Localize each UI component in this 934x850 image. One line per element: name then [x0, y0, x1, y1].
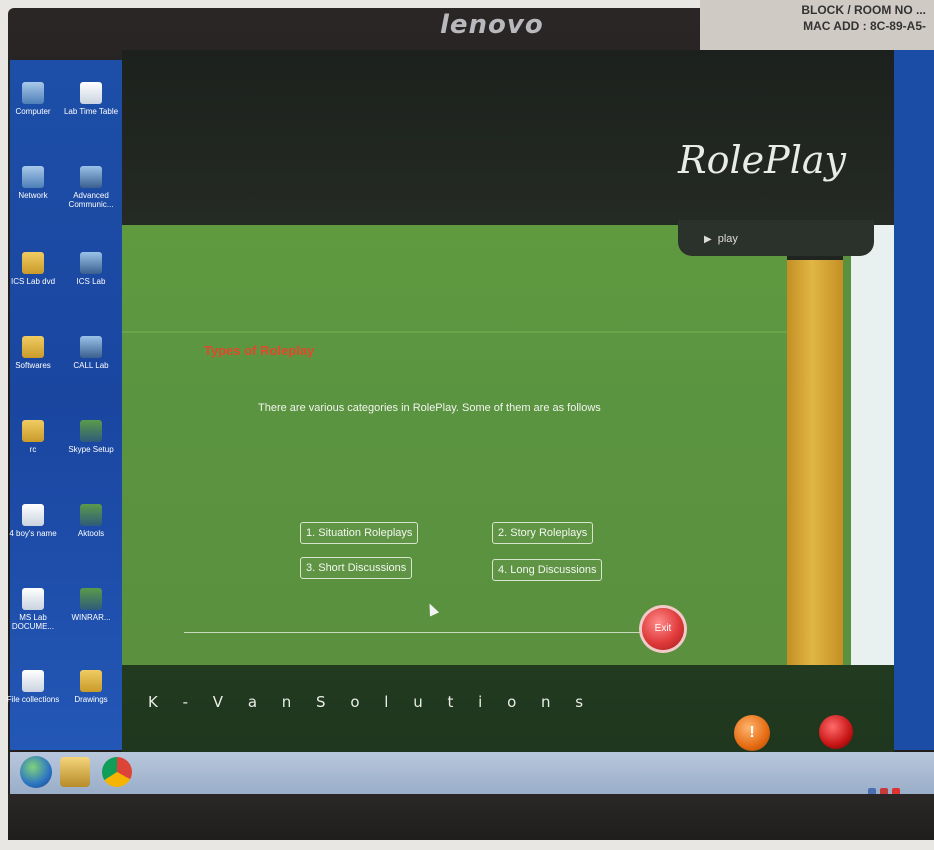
desktop-icon-ics-lab[interactable]: ICS Lab [62, 252, 120, 286]
desktop-icon-ms-lab-docume[interactable]: MS Lab DOCUME... [4, 588, 62, 631]
side-panel [851, 225, 894, 680]
desktop-icon-label: CALL Lab [73, 361, 109, 370]
desktop-icon-label: 4 boy's name [9, 529, 57, 538]
play-icon: ▶ [704, 234, 712, 245]
network-icon [22, 166, 44, 188]
section-title: Types of Roleplay [204, 343, 315, 358]
start-orb-icon[interactable] [20, 756, 52, 788]
desktop-background-right [894, 50, 934, 750]
desktop-icon-advanced-communic[interactable]: Advanced Communic... [62, 166, 120, 209]
category-situation-roleplays-button[interactable]: 1. Situation Roleplays [300, 522, 419, 544]
desktop-icon-label: File collections [6, 695, 60, 704]
document-icon [22, 670, 44, 692]
desktop-icon-label: Advanced Communic... [68, 191, 114, 209]
category-short-discussions-button[interactable]: 3. Short Discussions [300, 557, 413, 579]
shutdown-icon[interactable] [819, 715, 853, 749]
intro-text: There are various categories in RolePlay… [258, 402, 601, 414]
play-label: play [717, 233, 738, 245]
desktop-icon-aktools[interactable]: Aktools [62, 504, 120, 538]
exit-button[interactable]: Exit [642, 608, 684, 650]
desktop-icon-label: Drawings [74, 695, 108, 704]
document-icon [22, 504, 44, 526]
desktop-icon-lab-time-table[interactable]: Lab Time Table [62, 82, 120, 116]
desktop-icon-softwares[interactable]: Softwares [4, 336, 62, 370]
shortcut-icon [80, 252, 102, 274]
mouse-cursor-icon [424, 601, 440, 617]
shortcut-icon [80, 336, 102, 358]
desktop-icon-skype-setup[interactable]: Skype Setup [62, 420, 120, 454]
play-button[interactable]: ▶ play [678, 220, 874, 256]
document-icon [22, 588, 44, 610]
desktop-icon-call-lab[interactable]: CALL Lab [62, 336, 120, 370]
app-icon [80, 588, 102, 610]
desktop-icon-label: ICS Lab dvd [10, 277, 56, 286]
green-accent-strip [843, 225, 851, 680]
desktop-icon-label: Skype Setup [68, 445, 114, 454]
folder-icon [22, 336, 44, 358]
desktop-icon-label: rc [29, 445, 37, 454]
computer-icon [22, 82, 44, 104]
app-title: RolePlay [678, 138, 846, 182]
desktop-icon-label: Aktools [77, 529, 105, 538]
desktop-icon-label: Computer [15, 107, 51, 116]
sticker-line-2: MAC ADD : 8C-89-A5- [803, 19, 926, 33]
shortcut-icon [80, 166, 102, 188]
mac-address-sticker: BLOCK / ROOM NO ... MAC ADD : 8C-89-A5- [700, 0, 934, 52]
roleplay-app-window: RolePlay Types of Roleplay There are var… [122, 50, 894, 770]
desktop-icon-label: Lab Time Table [63, 107, 119, 116]
desktop-icon-ics-lab-dvd[interactable]: ICS Lab dvd [4, 252, 62, 286]
desktop-icon-computer[interactable]: Computer [4, 82, 62, 116]
desktop-area: Computer Lab Time Table Network Advanced… [7, 60, 134, 750]
desktop-icon-boys-name[interactable]: 4 boy's name [4, 504, 62, 538]
company-name: K - V a n S o l u t i o n s [148, 693, 594, 711]
desktop-icon-rc[interactable]: rc [4, 420, 62, 454]
desktop-icon-network[interactable]: Network [4, 166, 62, 200]
desktop-icon-winrar[interactable]: WINRAR... [62, 588, 120, 622]
desktop-icon-label: WINRAR... [71, 613, 111, 622]
desktop-icon-label: ICS Lab [76, 277, 106, 286]
content-stage: Types of Roleplay There are various cate… [122, 225, 787, 670]
folder-icon [80, 670, 102, 692]
desktop-icon-drawings[interactable]: Drawings [62, 670, 120, 704]
folder-icon [22, 252, 44, 274]
desktop-icon-file-collections[interactable]: File collections [4, 670, 62, 704]
sticker-line-1: BLOCK / ROOM NO ... [801, 3, 926, 17]
document-icon [80, 82, 102, 104]
app-icon [80, 504, 102, 526]
gold-accent-bar [787, 260, 843, 680]
chrome-icon[interactable] [102, 757, 132, 787]
desktop-icon-label: Network [18, 191, 48, 200]
divider-line [184, 632, 654, 633]
category-long-discussions-button[interactable]: 4. Long Discussions [492, 559, 603, 581]
app-icon [80, 420, 102, 442]
folder-icon [22, 420, 44, 442]
monitor-bottom-bezel [8, 794, 934, 840]
explorer-icon[interactable] [60, 757, 90, 787]
desktop-icon-label: Softwares [15, 361, 51, 370]
desktop-icon-label: MS Lab DOCUME... [11, 613, 55, 631]
category-story-roleplays-button[interactable]: 2. Story Roleplays [492, 522, 594, 544]
monitor-brand-logo: lenovo [440, 10, 544, 40]
windows-taskbar [10, 752, 934, 796]
contact-icon[interactable]: ! [734, 715, 770, 751]
